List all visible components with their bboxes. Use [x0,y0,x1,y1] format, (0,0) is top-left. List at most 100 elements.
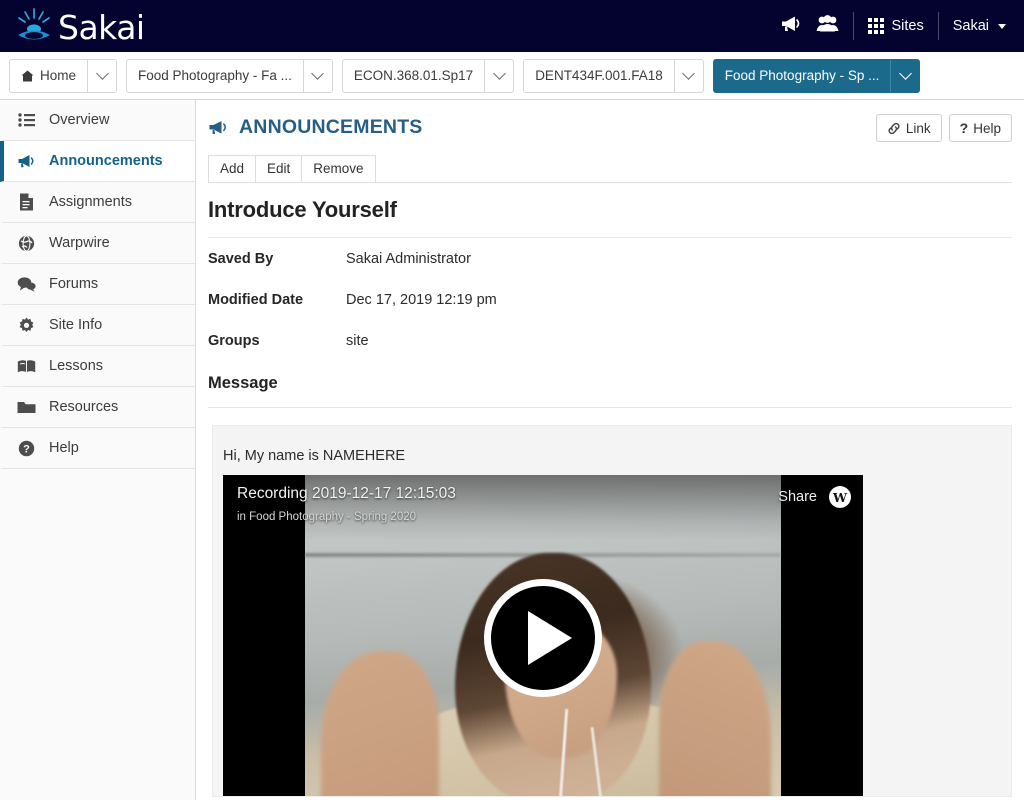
sidebar-item-label: Warpwire [49,235,110,251]
link-button[interactable]: Link [875,114,942,142]
link-button-label: Link [905,120,931,136]
chevron-down-icon [492,67,506,80]
meta-value: Sakai Administrator [346,251,471,267]
sidebar-item-label: Forums [49,276,99,292]
user-name-label: Sakai [952,18,989,34]
site-tab-dropdown[interactable] [673,59,703,92]
announcement-title: Introduce Yourself [208,197,1012,238]
help-button-label: Help [973,120,1001,136]
sidebar-item-announcements[interactable]: Announcements [0,141,195,182]
chevron-down-icon [998,23,1006,29]
user-menu-button[interactable]: Sakai [939,0,1010,52]
page-title-text: ANNOUNCEMENTS [239,116,423,138]
sidebar-item-label: Overview [49,112,110,128]
groups-icon[interactable] [816,14,839,38]
site-tab-label: DENT434F.001.FA18 [535,68,663,83]
chat-bubbles-icon [17,275,36,294]
sidebar-item-warpwire[interactable]: Warpwire [0,223,195,264]
action-toolbar: Add Edit Remove [208,155,1012,183]
meta-label: Saved By [208,251,274,267]
video-scene-arm-left [321,651,439,796]
edit-button[interactable]: Edit [255,155,303,182]
title-buttons: Link ? Help [875,114,1012,142]
meta-label: Modified Date [208,292,304,308]
chevron-down-icon [95,67,109,80]
share-button[interactable]: Share [778,489,817,505]
site-tab-food-photography-fall[interactable]: Food Photography - Fa ... [126,58,333,93]
home-icon [21,70,34,81]
remove-button[interactable]: Remove [301,155,376,182]
top-header: Sakai Sites Sakai [0,0,1024,52]
sites-label: Sites [891,18,924,34]
tool-title-row: ANNOUNCEMENTS Link ? Help [196,100,1024,142]
main-content: ANNOUNCEMENTS Link ? Help Add Edit Remov… [196,100,1024,800]
play-button[interactable] [484,579,602,697]
site-tab-label-wrap: DENT434F.001.FA18 [524,60,674,92]
video-subtitle: in Food Photography - Spring 2020 [237,510,417,523]
sidebar-item-label: Site Info [49,317,103,333]
globe-icon [17,234,36,253]
help-button[interactable]: ? Help [948,114,1012,142]
list-icon [17,111,36,130]
gear-icon [17,316,36,335]
sidebar-item-label: Help [49,440,79,456]
sakai-water-drop-icon [18,8,50,40]
sidebar-item-lessons[interactable]: Lessons [0,346,195,387]
message-text: Hi, My name is NAMEHERE [223,448,406,464]
sidebar-item-forums[interactable]: Forums [0,264,195,305]
site-tab-home-dropdown[interactable] [87,59,116,92]
site-tab-dent434f[interactable]: DENT434F.001.FA18 [523,58,704,93]
video-overlay-actions: Share W [778,484,851,508]
grid-icon [868,18,885,34]
sidebar-item-overview[interactable]: Overview [0,100,195,141]
site-tab-dropdown[interactable] [484,59,513,92]
site-tab-label: Food Photography - Fa ... [138,68,292,83]
question-mark-icon: ? [959,120,969,136]
site-tab-dropdown[interactable] [890,59,919,92]
video-player[interactable]: Recording 2019-12-17 12:15:03 in Food Ph… [223,475,863,796]
sidebar-item-label: Resources [49,399,119,415]
site-tabs-bar: Home Food Photography - Fa ... ECON.368.… [0,52,1024,100]
video-title: Recording 2019-12-17 12:15:03 [237,485,456,502]
meta-value: Dec 17, 2019 12:19 pm [346,292,497,308]
site-tab-econ-368[interactable]: ECON.368.01.Sp17 [341,58,515,93]
warpwire-logo-icon[interactable]: W [829,486,851,508]
add-button[interactable]: Add [208,155,257,182]
page-body: Overview Announcements Assignments Warpw… [0,100,1024,800]
sites-menu-button[interactable]: Sites [854,0,937,52]
site-tab-label-wrap: Food Photography - Sp ... [714,60,891,92]
meta-row-groups: Groups site [208,320,1012,361]
sidebar-item-label: Announcements [49,153,163,169]
chain-link-icon [888,122,900,134]
page-title: ANNOUNCEMENTS [208,114,423,139]
meta-value: site [346,333,369,349]
message-heading: Message [208,374,1012,408]
meta-row-saved-by: Saved By Sakai Administrator [208,238,1012,279]
sidebar-item-help[interactable]: ? Help [0,428,195,469]
announcements-icon[interactable] [780,14,803,38]
sidebar-item-assignments[interactable]: Assignments [0,182,195,223]
sakai-logo[interactable]: Sakai [12,6,145,46]
site-tab-home-label-wrap: Home [10,60,87,92]
site-tab-label: ECON.368.01.Sp17 [353,68,474,83]
message-body: Hi, My name is NAMEHERE Recording 2019-1… [212,425,1012,797]
document-icon [17,193,36,212]
sidebar-item-resources[interactable]: Resources [0,387,195,428]
video-scene-arm-right [659,641,771,796]
chevron-down-icon [898,67,912,80]
site-tab-food-photography-spring[interactable]: Food Photography - Sp ... [712,58,921,93]
svg-text:?: ? [23,443,30,455]
site-tab-home[interactable]: Home [9,58,118,93]
meta-label: Groups [208,333,260,349]
chevron-down-icon [682,67,696,80]
site-tab-label-wrap: ECON.368.01.Sp17 [343,60,484,92]
site-tab-label-wrap: Food Photography - Fa ... [127,60,303,92]
meta-row-modified-date: Modified Date Dec 17, 2019 12:19 pm [208,279,1012,320]
site-tab-dropdown[interactable] [302,59,332,92]
sidebar-item-label: Assignments [49,194,133,210]
chevron-down-icon [311,67,325,80]
book-icon [17,357,36,376]
sidebar-item-site-info[interactable]: Site Info [0,305,195,346]
sidebar-item-label: Lessons [49,358,104,374]
question-circle-icon: ? [17,439,36,458]
